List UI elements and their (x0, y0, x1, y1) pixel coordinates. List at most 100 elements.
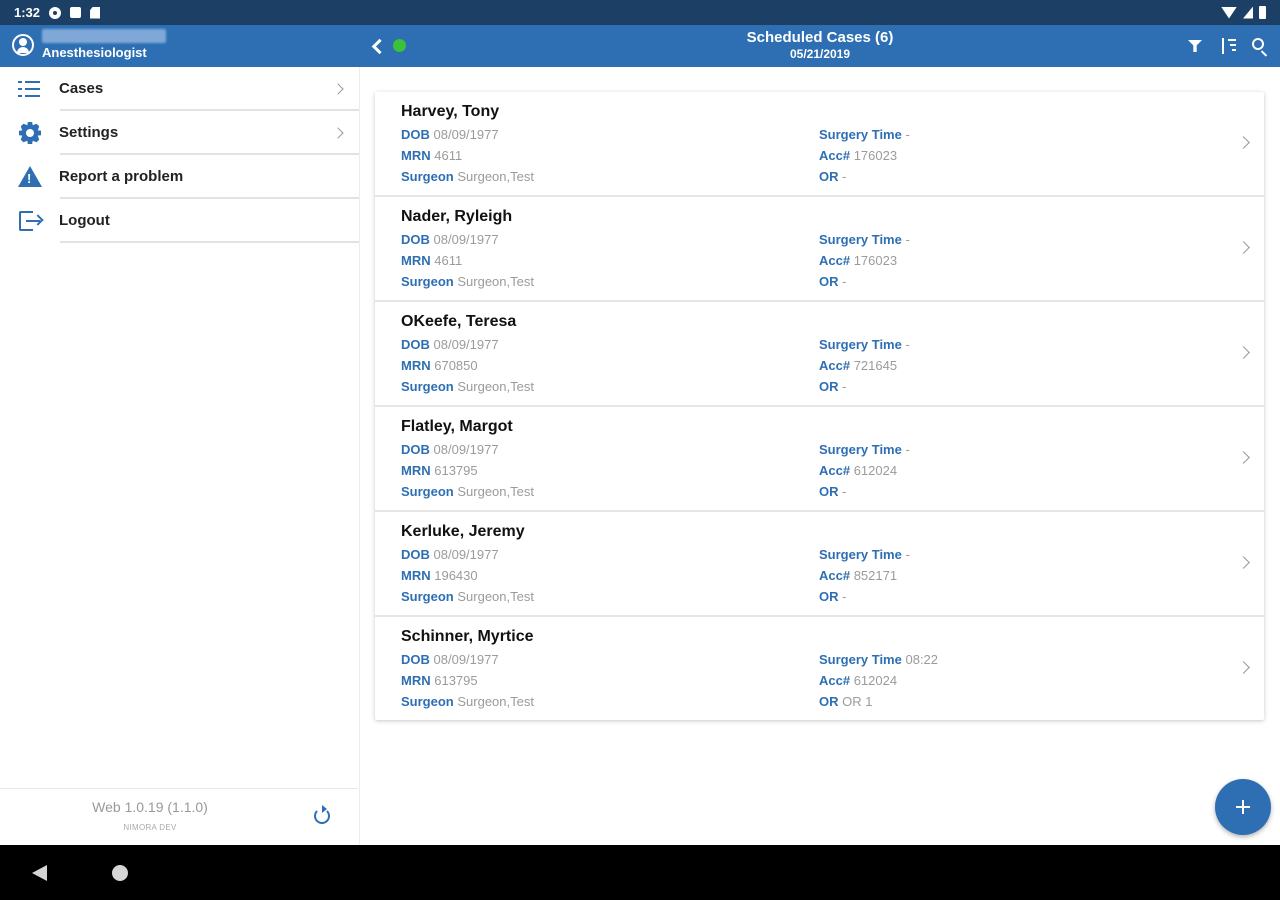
search-icon (1252, 38, 1264, 50)
back-button[interactable] (364, 33, 388, 59)
system-home-icon[interactable] (112, 865, 128, 881)
chevron-right-icon (332, 83, 344, 95)
or-field: OR - (819, 589, 847, 604)
sidebar-item-settings[interactable]: Settings (0, 111, 359, 155)
or-field: OR - (819, 274, 847, 289)
app-version: Web 1.0.19 (1.1.0) (92, 799, 208, 815)
user-info[interactable]: Anesthesiologist (12, 29, 166, 60)
patient-name: Nader, Ryleigh (401, 208, 513, 225)
sidebar-item-label: Logout (59, 212, 110, 229)
surgeon-field: Surgeon Surgeon,Test (401, 274, 534, 289)
surgery-time-field: Surgery Time - (819, 442, 910, 457)
environment-label: NIMORA DEV (123, 823, 177, 832)
filter-icon (1188, 40, 1202, 52)
sidebar: Cases Settings Report a problem Logout W… (0, 67, 360, 845)
patient-name: Flatley, Margot (401, 418, 513, 435)
case-row[interactable]: Kerluke, Jeremy DOB 08/09/1977 MRN 196430 S… (375, 512, 1264, 617)
logout-icon (18, 210, 44, 232)
surgeon-field: Surgeon Surgeon,Test (401, 589, 534, 604)
gear-icon (21, 124, 39, 142)
user-role: Anesthesiologist (42, 45, 147, 60)
case-row[interactable]: Harvey, Tony DOB 08/09/1977 MRN 4611 Surgeo… (375, 92, 1264, 197)
surgery-time-field: Surgery Time - (819, 547, 910, 562)
status-bar: 1:32 (0, 0, 1280, 25)
dob-field: DOB 08/09/1977 (401, 337, 499, 352)
case-row[interactable]: Schinner, Myrtice DOB 08/09/1977 MRN 61379… (375, 617, 1264, 720)
sidebar-item-label: Cases (59, 80, 104, 97)
divider (60, 241, 359, 243)
sidebar-footer: Web 1.0.19 (1.1.0) NIMORA DEV (0, 788, 358, 845)
acc-field: Acc# 612024 (819, 673, 898, 688)
surgery-time-field: Surgery Time - (819, 337, 910, 352)
refresh-icon[interactable] (314, 805, 330, 824)
mrn-field: MRN 670850 (401, 358, 478, 373)
chevron-right-icon (1237, 136, 1250, 149)
search-button[interactable] (1250, 35, 1268, 55)
dob-field: DOB 08/09/1977 (401, 442, 499, 457)
filter-button[interactable] (1186, 35, 1204, 55)
mrn-field: MRN 196430 (401, 568, 478, 583)
page-date: 05/21/2019 (789, 47, 851, 61)
acc-field: Acc# 612024 (819, 463, 898, 478)
patient-name: OKeefe, Teresa (401, 313, 517, 330)
patient-name: Kerluke, Jeremy (401, 523, 525, 540)
surgery-time-field: Surgery Time - (819, 127, 910, 142)
or-field: OR - (819, 379, 847, 394)
sidebar-item-cases[interactable]: Cases (0, 67, 359, 111)
sidebar-item-report-problem[interactable]: Report a problem (0, 155, 359, 199)
account-icon (12, 33, 34, 56)
page-title-block: Scheduled Cases (6) 05/21/2019 (560, 29, 1080, 61)
chevron-right-icon (1237, 661, 1250, 674)
clock: 1:32 (14, 5, 41, 20)
case-row[interactable]: OKeefe, Teresa DOB 08/09/1977 MRN 670850 Su… (375, 302, 1264, 407)
surgeon-field: Surgeon Surgeon,Test (401, 694, 534, 709)
chevron-right-icon (1237, 346, 1250, 359)
or-field: OR - (819, 484, 847, 499)
chevron-right-icon (332, 127, 344, 139)
sidebar-item-label: Report a problem (59, 168, 184, 185)
chevron-right-icon (1237, 556, 1250, 569)
sidebar-item-logout[interactable]: Logout (0, 199, 359, 243)
case-row[interactable]: Flatley, Margot DOB 08/09/1977 MRN 613795 S… (375, 407, 1264, 512)
dob-field: DOB 08/09/1977 (401, 652, 499, 667)
wifi-icon (1221, 6, 1237, 19)
sidebar-item-label: Settings (59, 124, 119, 141)
chevron-left-icon (371, 38, 387, 54)
case-row[interactable]: Nader, Ryleigh DOB 08/09/1977 MRN 4611 Surg… (375, 197, 1264, 302)
user-name-redacted (42, 29, 166, 43)
signal-icon (1243, 6, 1253, 19)
surgery-time-field: Surgery Time 08:22 (819, 652, 939, 667)
dob-field: DOB 08/09/1977 (401, 232, 499, 247)
mrn-field: MRN 4611 (401, 253, 463, 268)
surgery-time-field: Surgery Time - (819, 232, 910, 247)
mrn-field: MRN 613795 (401, 463, 478, 478)
surgeon-field: Surgeon Surgeon,Test (401, 484, 534, 499)
add-case-button[interactable] (1215, 779, 1271, 835)
acc-field: Acc# 176023 (819, 148, 898, 163)
acc-field: Acc# 176023 (819, 253, 898, 268)
warning-icon (18, 166, 42, 187)
surgeon-field: Surgeon Surgeon,Test (401, 169, 534, 184)
system-nav-bar (0, 845, 1280, 900)
mrn-field: MRN 613795 (401, 673, 478, 688)
chevron-right-icon (1237, 451, 1250, 464)
sort-icon (1220, 38, 1236, 54)
acc-field: Acc# 721645 (819, 358, 898, 373)
notification-icon (70, 7, 82, 18)
case-list: Harvey, Tony DOB 08/09/1977 MRN 4611 Surgeo… (375, 92, 1264, 720)
list-icon (18, 78, 42, 100)
system-back-icon[interactable] (32, 865, 47, 881)
app-bar: Anesthesiologist Scheduled Cases (6) 05/… (0, 25, 1280, 67)
mrn-field: MRN 4611 (401, 148, 463, 163)
main-content: Harvey, Tony DOB 08/09/1977 MRN 4611 Surgeo… (360, 67, 1280, 845)
dob-field: DOB 08/09/1977 (401, 547, 499, 562)
acc-field: Acc# 852171 (819, 568, 898, 583)
online-status-indicator (393, 39, 406, 52)
or-field: OR OR 1 (819, 694, 873, 709)
patient-name: Schinner, Myrtice (401, 628, 534, 645)
settings-notification-icon (49, 6, 62, 19)
surgeon-field: Surgeon Surgeon,Test (401, 379, 534, 394)
or-field: OR - (819, 169, 847, 184)
sd-card-icon (90, 6, 101, 19)
sort-button[interactable] (1218, 35, 1236, 55)
